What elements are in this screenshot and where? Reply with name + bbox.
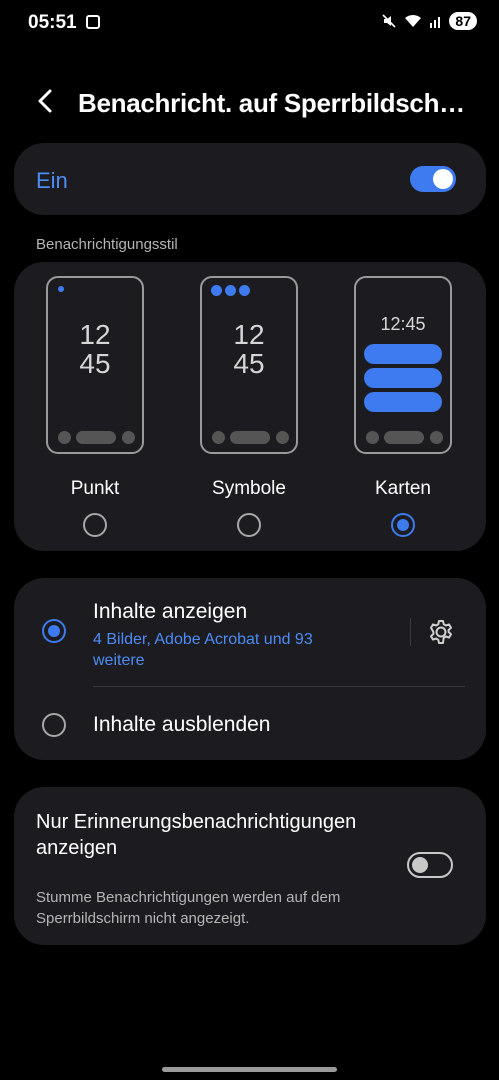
preview-clock-hours: 12	[233, 319, 265, 350]
mute-icon	[382, 14, 396, 28]
reminder-only-row[interactable]: Nur Erinnerungsbenachrichtigungen anzeig…	[14, 787, 486, 945]
page-title: Benachricht. auf Sperrbildsch…	[78, 88, 465, 118]
home-indicator[interactable]	[162, 1067, 337, 1072]
gallery-icon	[86, 15, 100, 29]
divider	[410, 618, 411, 646]
back-arrow-icon[interactable]	[34, 86, 60, 116]
preview-clock-minutes: 45	[79, 348, 111, 379]
style-label-punkt: Punkt	[70, 478, 120, 499]
master-switch-row[interactable]: Ein	[14, 143, 486, 215]
style-label-karten: Karten	[375, 478, 431, 499]
radio-hide-content[interactable]	[42, 713, 66, 737]
preview-clock-hours: 12	[79, 319, 111, 350]
reminder-only-description: Stumme Benachrichtigungen werden auf dem…	[36, 889, 341, 927]
notification-card-bar	[364, 368, 442, 388]
battery-indicator: 87	[449, 12, 477, 30]
style-preview-symbole[interactable]: 12 45	[200, 276, 298, 454]
radio-symbole[interactable]	[237, 513, 261, 537]
preview-clock-time: 12:45	[380, 314, 426, 334]
toggle-knob	[412, 857, 428, 873]
gear-icon[interactable]	[427, 618, 455, 646]
signal-icon	[430, 17, 441, 28]
notification-dot	[58, 286, 64, 292]
notification-icon-dot	[239, 285, 250, 296]
divider	[93, 686, 465, 687]
notification-card-bar	[364, 392, 442, 412]
style-preview-karten[interactable]: 12:45	[354, 276, 452, 454]
toggle-knob	[433, 169, 453, 189]
wifi-icon	[405, 14, 422, 27]
status-time: 05:51	[28, 12, 77, 33]
show-content-title[interactable]: Inhalte anzeigen	[93, 600, 247, 624]
radio-show-content[interactable]	[42, 619, 66, 643]
style-preview-punkt[interactable]: 12 45	[46, 276, 144, 454]
notification-icon-dot	[225, 285, 236, 296]
master-switch-label: Ein	[36, 168, 68, 193]
notification-style-card: 12 45 Punkt 12 45 Symbole 12:45 Karten	[14, 262, 486, 551]
preview-clock-minutes: 45	[233, 348, 265, 379]
notification-card-bar	[364, 344, 442, 364]
radio-punkt[interactable]	[83, 513, 107, 537]
notification-icon-dot	[211, 285, 222, 296]
section-label-style: Benachrichtigungsstil	[36, 236, 178, 253]
master-toggle[interactable]	[410, 166, 456, 192]
hide-content-title[interactable]: Inhalte ausblenden	[93, 713, 271, 737]
radio-karten[interactable]	[391, 513, 415, 537]
reminder-only-title: Nur Erinnerungsbenachrichtigungen anzeig…	[36, 811, 357, 859]
reminder-only-toggle[interactable]	[407, 852, 453, 878]
status-icons: 87	[381, 12, 477, 30]
content-visibility-card: Inhalte anzeigen 4 Bilder, Adobe Acrobat…	[14, 578, 486, 760]
show-content-subtitle: 4 Bilder, Adobe Acrobat und 93 weitere	[93, 631, 313, 669]
style-label-symbole: Symbole	[212, 478, 286, 499]
